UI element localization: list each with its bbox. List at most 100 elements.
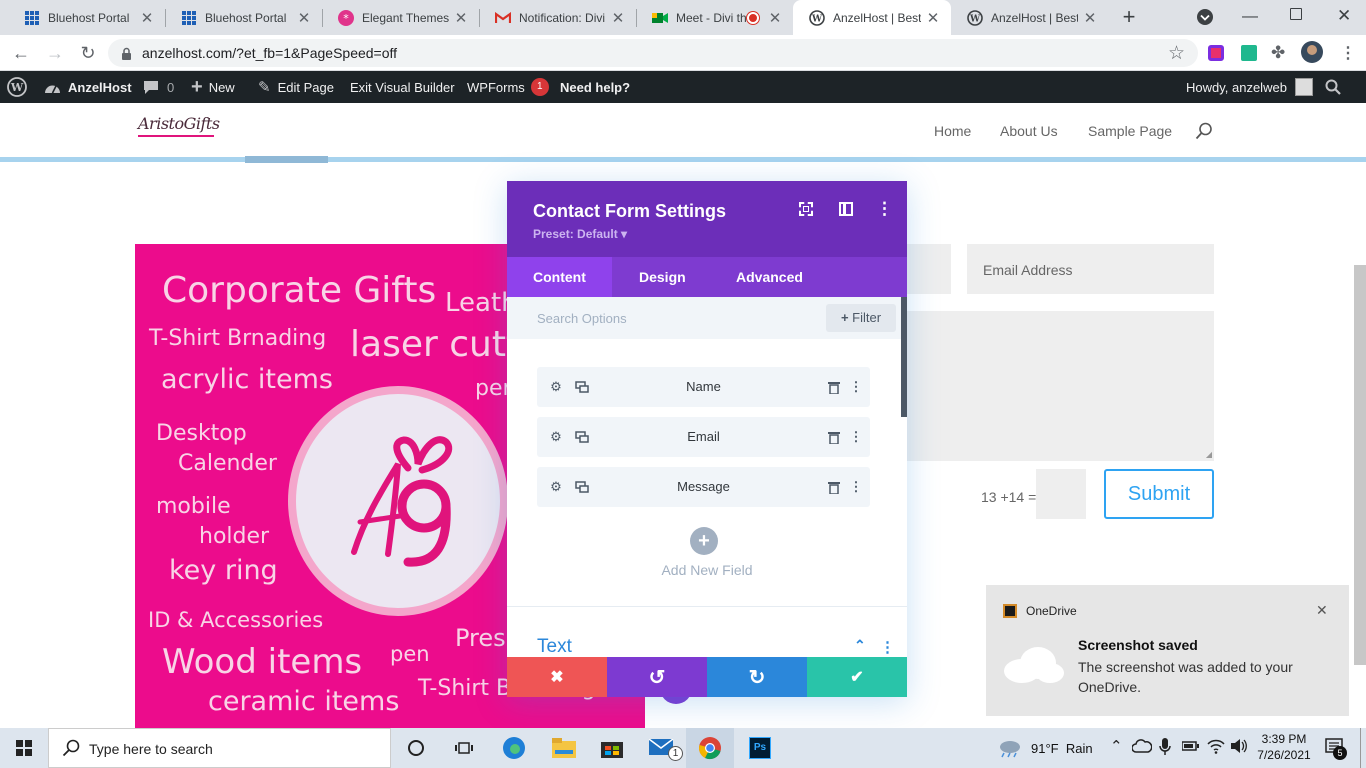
chevron-up-icon[interactable]: ⌃ — [1110, 737, 1123, 755]
grammarly-extension-icon[interactable] — [1241, 45, 1257, 61]
email-field[interactable]: Email Address — [967, 244, 1214, 294]
close-icon[interactable]: ✕ — [1316, 602, 1328, 619]
windows-start-icon[interactable] — [0, 728, 48, 768]
field-options-icon[interactable]: ⋮ — [847, 428, 865, 446]
chevron-up-icon[interactable]: ⌃ — [854, 637, 866, 654]
resize-handle-icon[interactable]: ◢ — [1206, 450, 1212, 459]
browser-tab[interactable]: Meet - Divi th ✕ — [636, 0, 793, 35]
browser-tab[interactable]: W AnzelHost | Best \ ✕ — [951, 0, 1108, 35]
field-options-icon[interactable]: ⋮ — [847, 378, 865, 396]
new-content-link[interactable]: + New — [191, 71, 235, 103]
photoshop-icon[interactable]: Ps — [736, 728, 784, 768]
close-tab-icon[interactable]: ✕ — [610, 9, 626, 27]
tab-search-icon[interactable] — [1196, 8, 1218, 26]
menu-sample-page[interactable]: Sample Page — [1088, 123, 1172, 139]
file-explorer-icon[interactable] — [540, 728, 588, 768]
cortana-icon[interactable] — [392, 728, 440, 768]
tab-advanced[interactable]: Advanced — [710, 257, 829, 297]
profile-avatar[interactable] — [1301, 41, 1323, 63]
section-options-icon[interactable]: ⋮ — [880, 638, 895, 656]
task-view-icon[interactable] — [440, 728, 488, 768]
edge-icon[interactable] — [490, 728, 538, 768]
account-menu[interactable]: Howdy, anzelweb — [1186, 71, 1313, 103]
preset-dropdown[interactable]: Preset: Default ▾ — [533, 227, 627, 241]
trash-icon[interactable] — [825, 428, 843, 446]
tab-design[interactable]: Design — [613, 257, 712, 297]
add-field-plus-icon[interactable]: + — [690, 527, 718, 555]
taskbar-search-box[interactable]: Type here to search — [48, 728, 391, 768]
close-tab-icon[interactable]: ✕ — [767, 9, 783, 27]
close-tab-icon[interactable]: ✕ — [925, 9, 941, 27]
modal-scrollbar[interactable] — [901, 297, 907, 417]
site-logo[interactable]: AristoGifts — [138, 114, 230, 148]
weather-label[interactable]: 91°F Rain — [1031, 741, 1093, 756]
tab-content[interactable]: Content — [507, 257, 612, 297]
close-tab-icon[interactable]: ✕ — [296, 9, 312, 27]
trash-icon[interactable] — [825, 478, 843, 496]
field-item-message[interactable]: ⚙ Message ⋮ — [537, 467, 870, 507]
close-window-icon[interactable]: ✕ — [1337, 6, 1351, 26]
message-field[interactable]: ◢ — [907, 311, 1214, 461]
site-name-link[interactable]: AnzelHost — [44, 71, 132, 103]
field-options-icon[interactable]: ⋮ — [847, 478, 865, 496]
back-arrow-icon[interactable]: ← — [9, 41, 33, 65]
reload-icon[interactable]: ↻ — [76, 41, 100, 65]
wifi-icon[interactable] — [1207, 738, 1225, 754]
browser-tab[interactable]: Bluehost Portal ✕ — [165, 0, 322, 35]
page-scrollbar[interactable] — [1354, 265, 1366, 665]
need-help-link[interactable]: Need help? — [560, 71, 630, 103]
forward-arrow-icon[interactable]: → — [43, 41, 67, 65]
modal-options-icon[interactable]: ⋮ — [876, 199, 893, 219]
browser-tab[interactable]: * Elegant Themes M ✕ — [322, 0, 479, 35]
discard-button[interactable]: ✖ — [507, 657, 607, 697]
restore-window-icon[interactable] — [1290, 8, 1302, 20]
store-icon[interactable] — [588, 728, 636, 768]
comments-link[interactable]: 0 — [143, 71, 174, 103]
search-icon[interactable] — [1325, 71, 1341, 103]
onedrive-notification[interactable]: OneDrive ✕ Screenshot saved The screensh… — [986, 585, 1349, 716]
expand-modal-icon[interactable] — [799, 202, 813, 216]
snap-sidebar-icon[interactable] — [839, 202, 853, 216]
onedrive-cloud-icon[interactable] — [1132, 739, 1152, 753]
menu-about-us[interactable]: About Us — [1000, 123, 1058, 139]
exit-visual-builder-link[interactable]: Exit Visual Builder — [350, 71, 455, 103]
name-field[interactable] — [907, 244, 951, 294]
close-tab-icon[interactable]: ✕ — [453, 9, 469, 27]
mail-icon[interactable]: 1 — [638, 728, 686, 768]
edit-page-link[interactable]: ✎ Edit Page — [258, 71, 334, 103]
wpforms-link[interactable]: WPForms 1 — [467, 71, 549, 103]
volume-icon[interactable] — [1230, 738, 1248, 754]
save-button[interactable]: ✔ — [807, 657, 907, 697]
minimize-window-icon[interactable]: — — [1242, 8, 1258, 26]
extensions-puzzle-icon[interactable]: ✤ — [1271, 43, 1285, 63]
extension-icon[interactable] — [1208, 45, 1224, 61]
address-bar[interactable]: anzelhost.com/?et_fb=1&PageSpeed=off ☆ — [108, 39, 1198, 67]
close-tab-icon[interactable]: ✕ — [139, 9, 155, 27]
chrome-icon[interactable] — [686, 728, 734, 768]
wordpress-logo-icon[interactable]: W — [7, 71, 27, 103]
redo-button[interactable]: ↻ — [707, 657, 807, 697]
bookmark-star-icon[interactable]: ☆ — [1168, 42, 1185, 65]
trash-icon[interactable] — [825, 378, 843, 396]
filter-button[interactable]: + Filter — [826, 304, 896, 332]
browser-tab[interactable]: Notification: Divi ✕ — [479, 0, 636, 35]
menu-home[interactable]: Home — [934, 123, 971, 139]
submit-button[interactable]: Submit — [1104, 469, 1214, 519]
notification-center-icon[interactable]: 5 — [1325, 738, 1347, 760]
search-options-input[interactable]: Search Options — [537, 311, 627, 326]
battery-icon[interactable] — [1182, 740, 1200, 752]
browser-tab[interactable]: Bluehost Portal ✕ — [8, 0, 165, 35]
show-desktop-button[interactable] — [1360, 728, 1361, 768]
new-tab-button[interactable]: + — [1116, 4, 1142, 30]
clock[interactable]: 3:39 PM 7/26/2021 — [1254, 732, 1314, 762]
site-search-icon[interactable] — [1195, 122, 1213, 140]
field-item-email[interactable]: ⚙ Email ⋮ — [537, 417, 870, 457]
field-item-name[interactable]: ⚙ Name ⋮ — [537, 367, 870, 407]
weather-icon[interactable] — [998, 738, 1022, 758]
captcha-answer-field[interactable] — [1036, 469, 1086, 519]
browser-tab-active[interactable]: W AnzelHost | Best \ ✕ — [793, 0, 951, 35]
close-tab-icon[interactable]: ✕ — [1082, 9, 1098, 27]
microphone-icon[interactable] — [1159, 738, 1171, 756]
undo-button[interactable]: ↺ — [607, 657, 707, 697]
text-section-toggle[interactable]: Text — [537, 636, 572, 658]
